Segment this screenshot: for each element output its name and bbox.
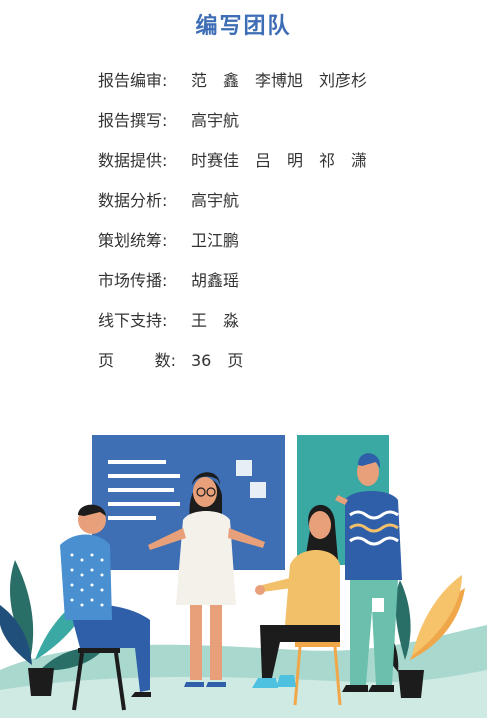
- credit-value: 王 淼: [191, 311, 240, 330]
- credit-value: 卫江鹏: [191, 231, 240, 250]
- credit-row: 线下支持: 王 淼: [98, 306, 367, 346]
- credit-label: 数据分析:: [98, 191, 168, 210]
- credit-value: 高宇航: [191, 191, 240, 210]
- credit-label: 报告撰写:: [98, 111, 168, 130]
- credit-label: 市场传播:: [98, 271, 168, 290]
- credit-label: 策划统筹:: [98, 231, 168, 250]
- page-count-value: 36 页: [191, 351, 244, 370]
- credit-row: 数据提供: 时赛佳 吕 明 祁 潇: [98, 146, 367, 186]
- credit-label: 报告编审:: [98, 71, 168, 90]
- credit-row: 策划统筹: 卫江鹏: [98, 226, 367, 266]
- page-count-label-right: 数:: [154, 351, 176, 370]
- credit-row: 数据分析: 高宇航: [98, 186, 367, 226]
- page-count-label-left: 页: [98, 351, 115, 370]
- credit-row: 市场传播: 胡鑫瑶: [98, 266, 367, 306]
- page-count-label: 页 数:: [98, 346, 176, 386]
- credits-list: 报告编审: 范 鑫 李博旭 刘彦杉 报告撰写: 高宇航 数据提供: 时赛佳 吕 …: [98, 66, 367, 386]
- credit-row: 报告撰写: 高宇航: [98, 106, 367, 146]
- page-count-row: 页 数: 36 页: [98, 346, 367, 386]
- credit-value: 胡鑫瑶: [191, 271, 240, 290]
- credit-value: 高宇航: [191, 111, 240, 130]
- credit-label: 数据提供:: [98, 151, 168, 170]
- team-meeting-illustration: [0, 435, 487, 718]
- credit-value: 范 鑫 李博旭 刘彦杉: [191, 71, 368, 90]
- credit-row: 报告编审: 范 鑫 李博旭 刘彦杉: [98, 66, 367, 106]
- credit-value: 时赛佳 吕 明 祁 潇: [191, 151, 368, 170]
- credit-label: 线下支持:: [98, 311, 168, 330]
- page-title: 编写团队: [195, 14, 292, 39]
